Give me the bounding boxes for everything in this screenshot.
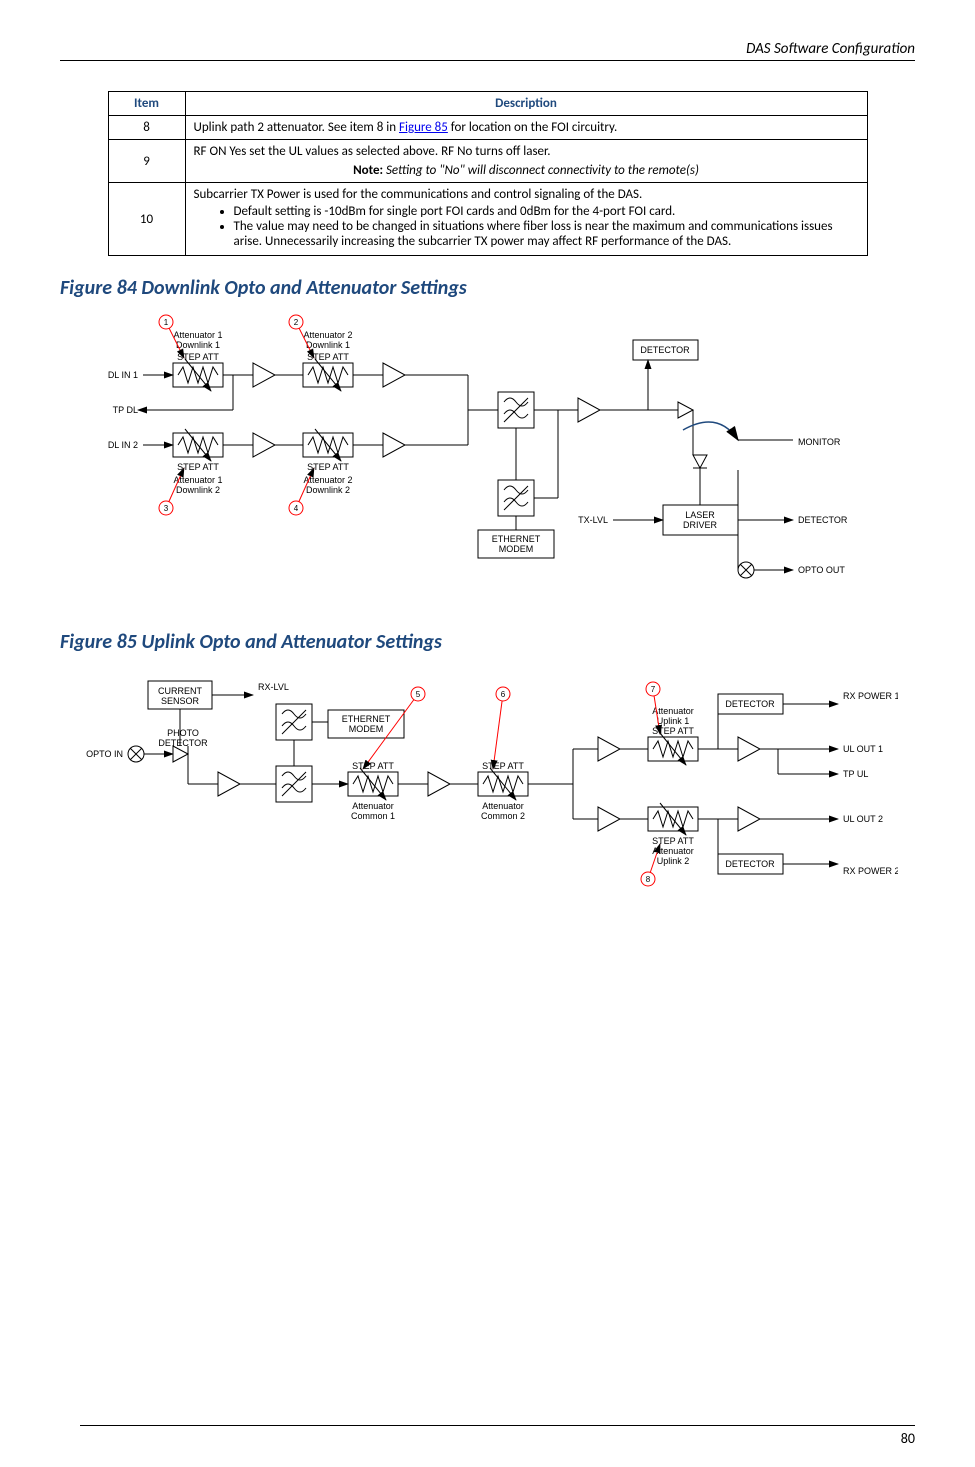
svg-text:STEP ATT: STEP ATT (652, 836, 694, 846)
header-title: DAS Software Configuration (746, 40, 915, 58)
svg-text:8: 8 (645, 875, 650, 884)
svg-text:1: 1 (163, 318, 168, 327)
svg-text:DL IN 2: DL IN 2 (107, 440, 137, 450)
svg-text:DL IN 1: DL IN 1 (107, 370, 137, 380)
figure-85-title: Figure 85 Uplink Opto and Attenuator Set… (60, 630, 915, 654)
svg-text:MONITOR: MONITOR (798, 437, 841, 447)
page-footer: 80 (80, 1425, 915, 1447)
svg-text:TP DL: TP DL (112, 405, 137, 415)
svg-text:5: 5 (415, 690, 420, 699)
svg-text:Downlink 1: Downlink 1 (175, 340, 219, 350)
svg-text:Uplink 1: Uplink 1 (656, 716, 689, 726)
svg-text:UL OUT 1: UL OUT 1 (843, 744, 883, 754)
svg-text:Attenuator 1: Attenuator 1 (173, 475, 222, 485)
svg-text:Downlink 1: Downlink 1 (305, 340, 349, 350)
svg-text:Attenuator 1: Attenuator 1 (173, 330, 222, 340)
svg-text:RX-LVL: RX-LVL (258, 682, 289, 692)
svg-text:TP UL: TP UL (843, 769, 868, 779)
cell-item: 8 (108, 116, 185, 140)
description-table: Item Description 8 Uplink path 2 attenua… (108, 91, 868, 256)
svg-text:Attenuator 2: Attenuator 2 (303, 330, 352, 340)
svg-text:MODEM: MODEM (498, 544, 533, 554)
svg-text:Attenuator: Attenuator (652, 706, 694, 716)
svg-text:MODEM: MODEM (348, 724, 383, 734)
list-item: Default setting is -10dBm for single por… (234, 204, 859, 219)
th-desc: Description (185, 92, 867, 116)
svg-text:TX-LVL: TX-LVL (578, 515, 608, 525)
svg-text:4: 4 (293, 504, 298, 513)
svg-text:ETHERNET: ETHERNET (491, 534, 540, 544)
svg-text:DETECTOR: DETECTOR (725, 699, 775, 709)
svg-text:STEP ATT: STEP ATT (177, 462, 219, 472)
svg-text:STEP ATT: STEP ATT (307, 462, 349, 472)
svg-text:2: 2 (293, 318, 298, 327)
svg-text:DETECTOR: DETECTOR (158, 738, 208, 748)
cell-item: 10 (108, 183, 185, 256)
figure-84-title: Figure 84 Downlink Opto and Attenuator S… (60, 276, 915, 300)
svg-text:PHOTO: PHOTO (167, 728, 199, 738)
svg-text:3: 3 (163, 504, 168, 513)
svg-text:OPTO OUT: OPTO OUT (798, 565, 845, 575)
cell-desc: Subcarrier TX Power is used for the comm… (185, 183, 867, 256)
svg-text:Common 2: Common 2 (480, 811, 524, 821)
svg-text:DETECTOR: DETECTOR (798, 515, 848, 525)
th-item: Item (108, 92, 185, 116)
note-label: Note: (353, 163, 383, 178)
svg-text:ETHERNET: ETHERNET (341, 714, 390, 724)
svg-text:RX POWER 1: RX POWER 1 (843, 691, 898, 701)
svg-text:Attenuator: Attenuator (482, 801, 524, 811)
svg-text:Common 1: Common 1 (350, 811, 394, 821)
table-row: 10 Subcarrier TX Power is used for the c… (108, 183, 867, 256)
svg-text:LASER: LASER (685, 510, 715, 520)
svg-text:Downlink 2: Downlink 2 (175, 485, 219, 495)
svg-text:Downlink 2: Downlink 2 (305, 485, 349, 495)
page-number: 80 (901, 1430, 915, 1447)
svg-text:SENSOR: SENSOR (160, 696, 199, 706)
svg-text:CURRENT: CURRENT (158, 686, 203, 696)
cell-item: 9 (108, 140, 185, 183)
svg-text:7: 7 (650, 685, 655, 694)
svg-text:STEP ATT: STEP ATT (352, 761, 394, 771)
svg-text:Uplink 2: Uplink 2 (656, 856, 689, 866)
svg-text:RX POWER 2: RX POWER 2 (843, 866, 898, 876)
figure-85-diagram: OPTO IN PHOTO DETECTOR CURRENT SENSOR RX… (60, 664, 915, 904)
svg-text:OPTO IN: OPTO IN (86, 749, 123, 759)
svg-text:Attenuator 2: Attenuator 2 (303, 475, 352, 485)
note-text: Setting to "No" will disconnect connecti… (383, 163, 699, 178)
table-row: 9 RF ON Yes set the UL values as selecte… (108, 140, 867, 183)
svg-text:6: 6 (500, 690, 505, 699)
table-row: 8 Uplink path 2 attenuator. See item 8 i… (108, 116, 867, 140)
svg-text:UL OUT 2: UL OUT 2 (843, 814, 883, 824)
page-header: DAS Software Configuration (60, 40, 915, 61)
cell-desc: Uplink path 2 attenuator. See item 8 in … (185, 116, 867, 140)
cell-desc: RF ON Yes set the UL values as selected … (185, 140, 867, 183)
svg-text:DETECTOR: DETECTOR (725, 859, 775, 869)
figure-link[interactable]: Figure 85 (399, 120, 448, 135)
svg-text:DETECTOR: DETECTOR (640, 345, 690, 355)
svg-text:Attenuator: Attenuator (352, 801, 394, 811)
list-item: The value may need to be changed in situ… (234, 219, 859, 249)
figure-84-diagram: DL IN 1 STEP ATT STEP ATT TP DL DL IN 2 … (60, 310, 915, 610)
svg-text:DRIVER: DRIVER (682, 520, 717, 530)
svg-text:STEP ATT: STEP ATT (482, 761, 524, 771)
